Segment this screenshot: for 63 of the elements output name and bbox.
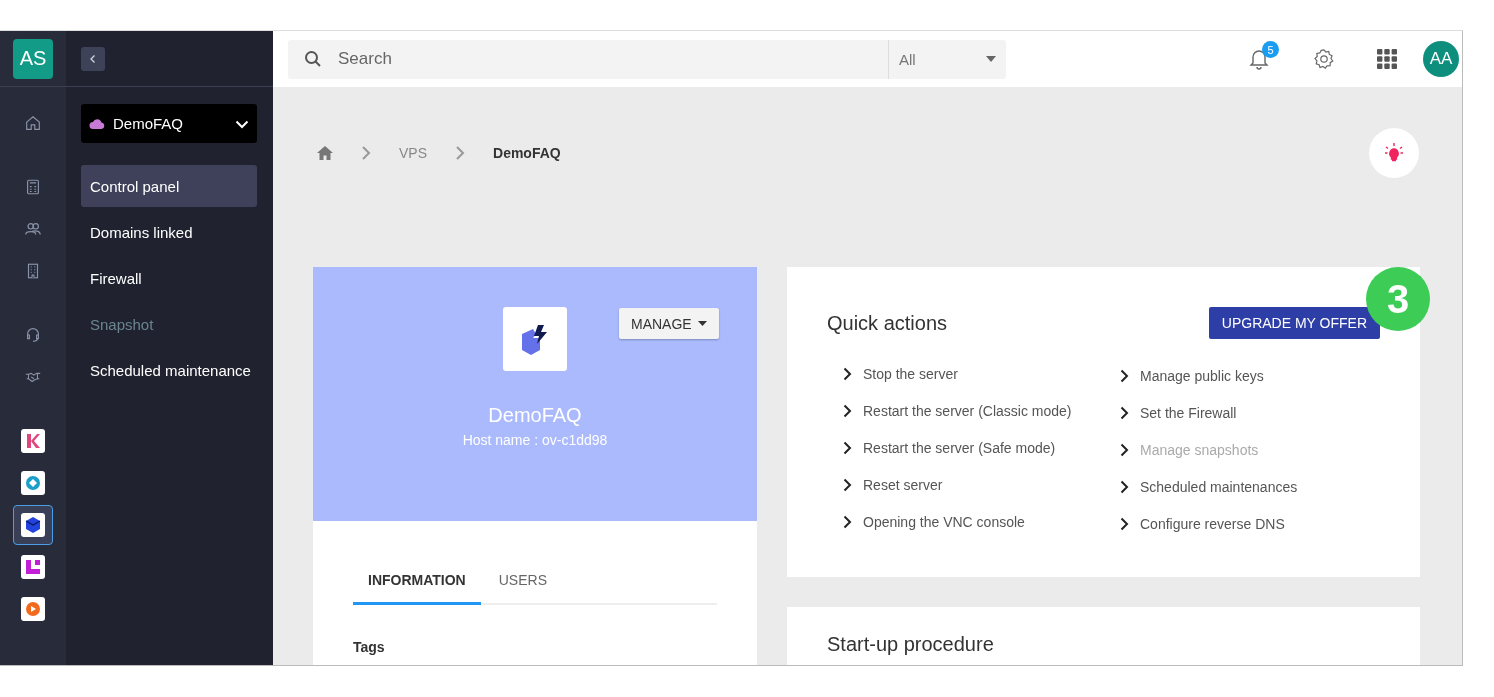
chevron-right-icon <box>361 145 371 161</box>
tips-button[interactable] <box>1369 128 1419 178</box>
app-logo <box>21 597 45 621</box>
home-icon[interactable] <box>24 114 42 132</box>
action-link[interactable]: Reset server <box>863 476 943 493</box>
project-dropdown[interactable]: DemoFAQ <box>81 104 257 143</box>
section-heading: Tags <box>353 639 386 655</box>
app-logo <box>21 429 45 453</box>
caret-down-icon <box>986 56 996 62</box>
action-link[interactable]: Restart the server (Classic mode) <box>863 402 1072 419</box>
tab[interactable]: INFORMATION <box>353 572 481 605</box>
chevron-left-icon <box>88 53 98 64</box>
chevron-right-icon <box>1120 442 1129 457</box>
upgrade-button[interactable]: UPGRADE MY OFFER <box>1208 307 1380 339</box>
tab[interactable]: USERS <box>480 572 562 605</box>
collapse-button[interactable] <box>81 46 105 71</box>
chevron-down-icon <box>235 118 249 129</box>
app-logo <box>21 555 45 579</box>
user-avatar[interactable]: AA <box>1423 41 1459 77</box>
sidebar-item[interactable]: Firewall <box>81 257 257 299</box>
sidebar-item[interactable]: Domains linked <box>81 211 257 253</box>
action-link[interactable]: Opening the VNC console <box>863 513 1025 530</box>
settings-icon[interactable] <box>1313 48 1335 70</box>
card-title: Start-up procedure <box>827 633 995 656</box>
app-launcher[interactable] <box>13 505 53 545</box>
card-title: Quick actions <box>827 311 948 335</box>
home-icon[interactable] <box>317 146 333 160</box>
app-logo <box>21 471 45 495</box>
chevron-right-icon <box>843 440 852 455</box>
action-link[interactable]: Manage public keys <box>1140 367 1264 384</box>
cloud-icon <box>89 117 105 130</box>
action-link[interactable]: Set the Firewall <box>1140 404 1237 421</box>
action-link[interactable]: Scheduled maintenances <box>1140 478 1298 495</box>
calculator-icon[interactable] <box>24 178 42 196</box>
chevron-right-icon <box>843 477 852 492</box>
chevron-right-icon <box>1120 368 1129 383</box>
chevron-right-icon <box>1120 516 1129 531</box>
chevron-right-icon <box>455 145 465 161</box>
notification-count: 5 <box>1262 41 1279 58</box>
search-field[interactable]: Search All <box>288 39 1006 79</box>
bell-icon[interactable] <box>1249 48 1269 70</box>
chevron-right-icon <box>1120 479 1129 494</box>
breadcrumb-current: DemoFAQ <box>493 145 561 161</box>
action-link[interactable]: Configure reverse DNS <box>1140 515 1285 532</box>
caret-down-icon <box>697 321 707 326</box>
search-icon <box>304 50 322 68</box>
chevron-right-icon <box>1120 405 1129 420</box>
scope-dropdown[interactable]: All <box>888 39 1006 79</box>
host-name: Host name : ov-c1dd98 <box>462 432 608 448</box>
apps-grid-icon[interactable] <box>1377 49 1397 69</box>
server-name: DemoFAQ <box>488 404 582 427</box>
step-marker: 3 <box>1366 267 1430 331</box>
sidebar-item[interactable]: Scheduled maintenance <box>81 349 257 391</box>
headset-icon[interactable] <box>24 326 42 344</box>
sidebar-item[interactable]: Control panel <box>81 165 257 207</box>
chevron-right-icon <box>843 514 852 529</box>
cube-bolt-icon <box>520 322 550 356</box>
chevron-right-icon <box>843 366 852 381</box>
action-link[interactable]: Restart the server (Safe mode) <box>863 439 1056 456</box>
chevron-right-icon <box>843 403 852 418</box>
app-logo <box>21 513 45 537</box>
action-link[interactable]: Stop the server <box>863 365 958 382</box>
manage-button[interactable]: MANAGE <box>619 308 719 339</box>
